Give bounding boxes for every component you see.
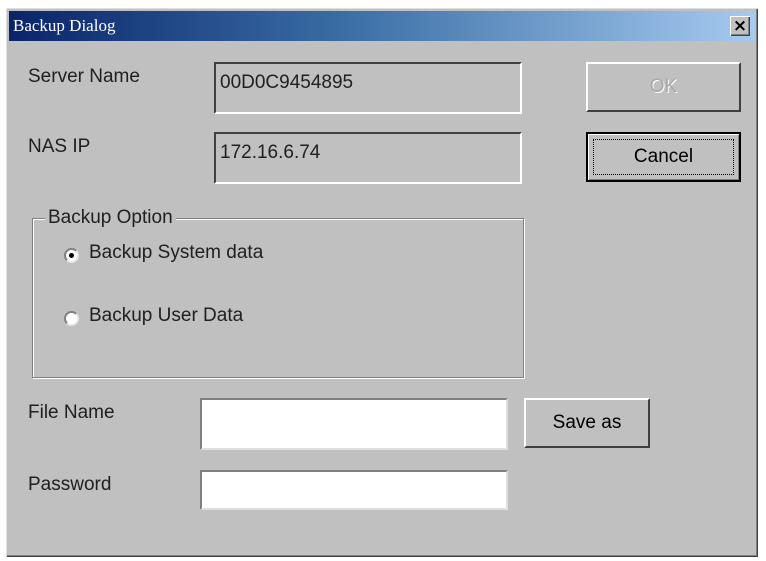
nas-ip-field: 172.16.6.74 [214,132,522,184]
password-label: Password [28,474,112,495]
backup-option-group: Backup Option Backup System data Backup … [32,207,524,378]
nas-ip-value: 172.16.6.74 [220,142,321,163]
radio-dot [69,253,74,258]
file-name-label: File Name [28,402,115,423]
radio-unselected-icon[interactable] [64,311,79,326]
server-name-label: Server Name [28,66,140,87]
close-icon[interactable]: × [730,16,750,36]
ok-button[interactable]: OK [586,62,741,112]
cancel-button[interactable]: Cancel [586,132,741,182]
focus-rectangle [593,139,734,175]
nas-ip-label: NAS IP [28,136,91,157]
ok-button-label: OK [649,76,678,97]
server-name-field: 00D0C9454895 [214,62,522,114]
backup-dialog: Backup Dialog × Server Name 00D0C9454895… [6,8,758,557]
save-as-button[interactable]: Save as [524,398,650,448]
backup-option-legend: Backup Option [45,207,176,229]
server-name-value: 00D0C9454895 [220,72,354,93]
backup-system-data-option[interactable]: Backup System data [89,242,263,264]
password-input[interactable] [200,470,508,510]
save-as-button-label: Save as [552,412,622,433]
radio-selected-icon[interactable] [64,248,79,263]
backup-user-data-option[interactable]: Backup User Data [89,305,243,327]
file-name-input[interactable] [200,398,508,450]
title-bar[interactable]: Backup Dialog × [9,11,755,41]
window-title: Backup Dialog [13,16,116,35]
